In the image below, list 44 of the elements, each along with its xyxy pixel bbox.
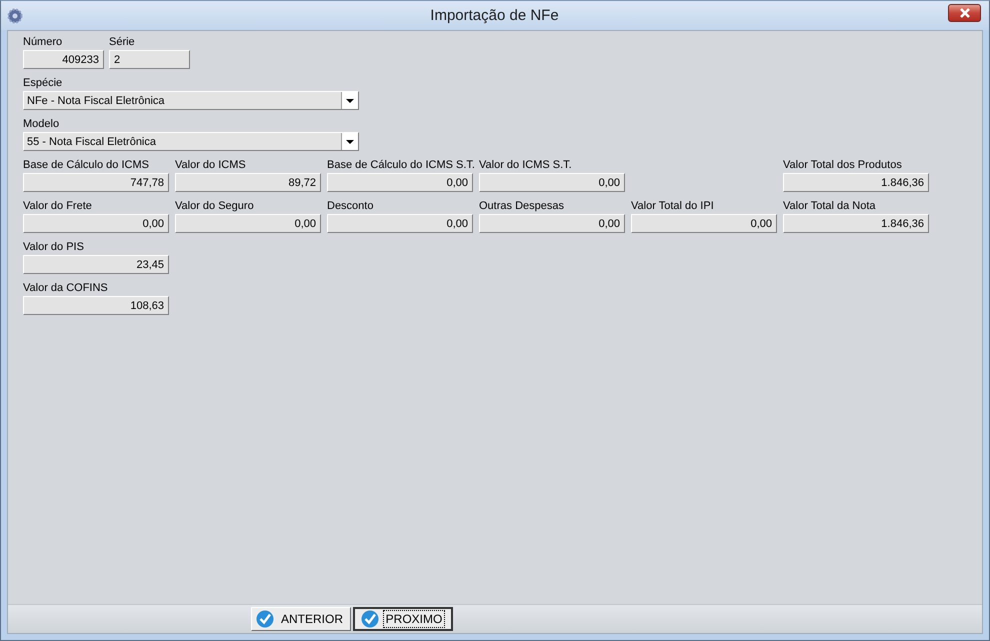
input-field[interactable]: 0,00 xyxy=(631,214,777,233)
input-field[interactable]: 0,00 xyxy=(175,214,321,233)
gear-icon xyxy=(7,8,23,24)
input-field[interactable]: 23,45 xyxy=(23,255,169,274)
nav-button[interactable]: ANTERIOR xyxy=(251,607,351,631)
input-field[interactable]: 108,63 xyxy=(23,296,169,315)
field-label: Valor Total da Nota xyxy=(783,200,877,213)
field-label: Modelo xyxy=(23,118,60,131)
caret-icon xyxy=(346,140,354,144)
input-field[interactable]: 747,78 xyxy=(23,173,169,192)
field-label: Valor do PIS xyxy=(23,241,85,254)
field-label: Valor do ICMS S.T. xyxy=(479,159,573,172)
input-field[interactable]: 1.846,36 xyxy=(783,214,929,233)
input-field[interactable]: 2 xyxy=(109,50,190,69)
field-label: Base de Cálculo do ICMS S.T. xyxy=(327,159,473,172)
checkmark-icon xyxy=(256,610,274,628)
input-field[interactable]: 0,00 xyxy=(479,173,625,192)
field-label: Desconto xyxy=(327,200,374,213)
close-button[interactable] xyxy=(948,4,981,22)
checkmark-icon xyxy=(360,610,379,628)
dropdown[interactable]: 55 - Nota Fiscal Eletrônica xyxy=(23,132,359,151)
field-label: Valor Total do IPI xyxy=(631,200,715,213)
window-title: Importação de NFe xyxy=(429,7,560,24)
input-field[interactable]: 0,00 xyxy=(327,214,473,233)
field-label: Série xyxy=(109,36,136,49)
input-field[interactable]: 0,00 xyxy=(23,214,169,233)
input-field[interactable]: 0,00 xyxy=(327,173,473,192)
input-field[interactable]: 1.846,36 xyxy=(783,173,929,192)
dropdown[interactable]: NFe - Nota Fiscal Eletrônica xyxy=(23,91,359,110)
field-label: Outras Despesas xyxy=(479,200,565,213)
field-label: Número xyxy=(23,36,64,49)
field-label: Valor do ICMS xyxy=(175,159,247,172)
field-label: Valor Total dos Produtos xyxy=(783,159,903,172)
field-label: Espécie xyxy=(23,77,64,90)
field-label: Valor do Frete xyxy=(23,200,93,213)
input-field[interactable]: 409233 xyxy=(23,50,104,69)
input-field[interactable]: 89,72 xyxy=(175,173,321,192)
caret-icon xyxy=(346,98,354,102)
close-icon xyxy=(958,8,970,18)
field-label: Valor da COFINS xyxy=(23,282,109,295)
field-label: Base de Cálculo do ICMS xyxy=(23,159,150,172)
field-label: Valor do Seguro xyxy=(175,200,255,213)
input-field[interactable]: 0,00 xyxy=(479,214,625,233)
nav-button[interactable]: PROXIMO xyxy=(353,607,453,631)
